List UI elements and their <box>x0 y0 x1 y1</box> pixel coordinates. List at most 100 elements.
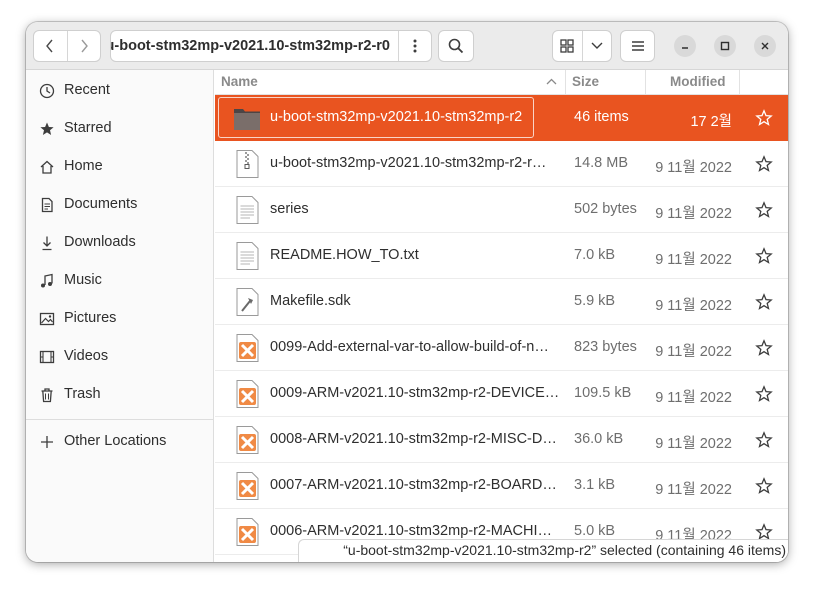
sidebar-item-label: Other Locations <box>64 433 167 449</box>
file-row-folder[interactable]: u-boot-stm32mp-v2021.10-stm32mp-r2 46 it… <box>215 95 788 141</box>
file-modified: 9 11월 2022 <box>655 160 732 176</box>
sidebar-item-label: Recent <box>64 82 110 98</box>
column-header-modified[interactable]: Modified <box>670 74 726 89</box>
file-row-text[interactable]: series 502 bytes 9 11월 2022 <box>215 187 788 233</box>
star-toggle-icon[interactable] <box>755 201 773 219</box>
makefile-icon <box>236 288 259 316</box>
sidebar-separator <box>26 419 214 420</box>
music-icon <box>41 273 53 288</box>
patch-file-icon <box>236 472 259 500</box>
trash-icon <box>41 388 53 403</box>
sidebar-item-other-locations[interactable]: Other Locations <box>26 424 214 460</box>
file-name: README.HOW_TO.txt <box>270 247 419 263</box>
search-icon <box>448 38 464 54</box>
file-list: Name Size Modified u-boot-stm32mp-v2021.… <box>215 70 788 562</box>
file-name: Makefile.sdk <box>270 293 351 309</box>
file-size: 5.9 kB <box>574 293 616 309</box>
view-options-dropdown[interactable] <box>581 31 612 61</box>
column-headers: Name Size Modified <box>215 70 788 95</box>
file-modified: 9 11월 2022 <box>655 298 732 314</box>
file-size: 46 items <box>574 109 629 125</box>
maximize-button[interactable] <box>714 35 736 57</box>
path-menu-button[interactable] <box>398 31 431 61</box>
back-button[interactable] <box>34 31 67 61</box>
file-row-patch[interactable]: 0008-ARM-v2021.10-stm32mp-r2-MISC-D… 36.… <box>215 417 788 463</box>
main-menu-button[interactable] <box>620 30 655 62</box>
column-header-name[interactable]: Name <box>221 74 258 89</box>
sidebar-item-downloads[interactable]: Downloads <box>26 225 214 261</box>
folder-icon <box>234 109 260 130</box>
chevron-left-icon <box>46 39 53 53</box>
column-header-size[interactable]: Size <box>572 74 599 89</box>
sidebar-item-label: Starred <box>64 120 112 136</box>
file-size: 502 bytes <box>574 201 637 217</box>
search-button[interactable] <box>438 30 474 62</box>
star-icon <box>40 122 54 135</box>
patch-file-icon <box>236 334 259 362</box>
grid-view-button[interactable] <box>553 31 582 61</box>
selection-status-bar: “u-boot-stm32mp-v2021.10-stm32mp-r2” sel… <box>298 539 788 562</box>
sidebar-item-label: Documents <box>64 196 138 212</box>
archive-icon <box>236 150 259 178</box>
sidebar-item-documents[interactable]: Documents <box>26 187 214 223</box>
file-row-makefile[interactable]: Makefile.sdk 5.9 kB 9 11월 2022 <box>215 279 788 325</box>
sidebar: Recent Starred Home Documents Downloads … <box>26 70 214 562</box>
sidebar-item-videos[interactable]: Videos <box>26 339 214 375</box>
star-toggle-icon[interactable] <box>755 293 773 311</box>
file-name: u-boot-stm32mp-v2021.10-stm32mp-r2 <box>270 109 523 125</box>
file-row-patch[interactable]: 0007-ARM-v2021.10-stm32mp-r2-BOARD.… 3.1… <box>215 463 788 509</box>
sidebar-item-music[interactable]: Music <box>26 263 214 299</box>
star-toggle-icon[interactable] <box>755 109 773 127</box>
star-toggle-icon[interactable] <box>755 339 773 357</box>
file-name: 0009-ARM-v2021.10-stm32mp-r2-DEVICE… <box>270 385 560 401</box>
file-size: 3.1 kB <box>574 477 616 493</box>
file-modified: 9 11월 2022 <box>655 252 732 268</box>
file-modified: 9 11월 2022 <box>655 482 732 498</box>
minimize-button[interactable] <box>674 35 696 57</box>
close-icon <box>761 42 769 50</box>
file-row-archive[interactable]: u-boot-stm32mp-v2021.10-stm32mp-r2-r… 14… <box>215 141 788 187</box>
star-toggle-icon[interactable] <box>755 431 773 449</box>
file-modified: 9 11월 2022 <box>655 344 732 360</box>
file-name: 0099-Add-external-var-to-allow-build-of-… <box>270 339 549 355</box>
header-bar: u-boot-stm32mp-v2021.10-stm32mp-r2-r0 <box>26 22 788 70</box>
file-manager-window: u-boot-stm32mp-v2021.10-stm32mp-r2-r0 Re… <box>26 22 788 562</box>
chevron-down-icon <box>591 42 603 49</box>
sidebar-item-home[interactable]: Home <box>26 149 214 185</box>
star-toggle-icon[interactable] <box>755 477 773 495</box>
patch-file-icon <box>236 518 259 546</box>
sidebar-item-label: Music <box>64 272 102 288</box>
star-toggle-icon[interactable] <box>755 247 773 265</box>
file-name: 0008-ARM-v2021.10-stm32mp-r2-MISC-D… <box>270 431 557 447</box>
sidebar-item-label: Trash <box>64 386 101 402</box>
grid-icon <box>560 39 574 53</box>
file-row-text[interactable]: README.HOW_TO.txt 7.0 kB 9 11월 2022 <box>215 233 788 279</box>
star-toggle-icon[interactable] <box>755 155 773 173</box>
file-size: 5.0 kB <box>574 523 616 539</box>
clock-icon <box>39 83 55 99</box>
sidebar-item-label: Home <box>64 158 103 174</box>
minimize-icon <box>682 47 688 49</box>
forward-button[interactable] <box>66 31 101 61</box>
file-size: 7.0 kB <box>574 247 616 263</box>
video-icon <box>39 350 55 364</box>
vertical-dots-icon <box>413 39 417 53</box>
sidebar-item-pictures[interactable]: Pictures <box>26 301 214 337</box>
sidebar-item-label: Pictures <box>64 310 117 326</box>
patch-file-icon <box>236 426 259 454</box>
file-modified: 9 11월 2022 <box>655 436 732 452</box>
current-folder-path[interactable]: u-boot-stm32mp-v2021.10-stm32mp-r2-r0 <box>111 31 398 61</box>
sidebar-item-recent[interactable]: Recent <box>26 73 214 109</box>
plus-icon <box>41 436 53 448</box>
sidebar-item-starred[interactable]: Starred <box>26 111 214 147</box>
view-toggle <box>552 30 612 62</box>
close-button[interactable] <box>754 35 776 57</box>
file-name: 0007-ARM-v2021.10-stm32mp-r2-BOARD.… <box>270 477 560 493</box>
column-divider <box>739 70 740 94</box>
star-toggle-icon[interactable] <box>755 385 773 403</box>
file-row-patch[interactable]: 0099-Add-external-var-to-allow-build-of-… <box>215 325 788 371</box>
chevron-right-icon <box>81 39 88 53</box>
file-row-patch[interactable]: 0009-ARM-v2021.10-stm32mp-r2-DEVICE… 109… <box>215 371 788 417</box>
sidebar-item-trash[interactable]: Trash <box>26 377 214 413</box>
path-bar[interactable]: u-boot-stm32mp-v2021.10-stm32mp-r2-r0 <box>110 30 432 62</box>
